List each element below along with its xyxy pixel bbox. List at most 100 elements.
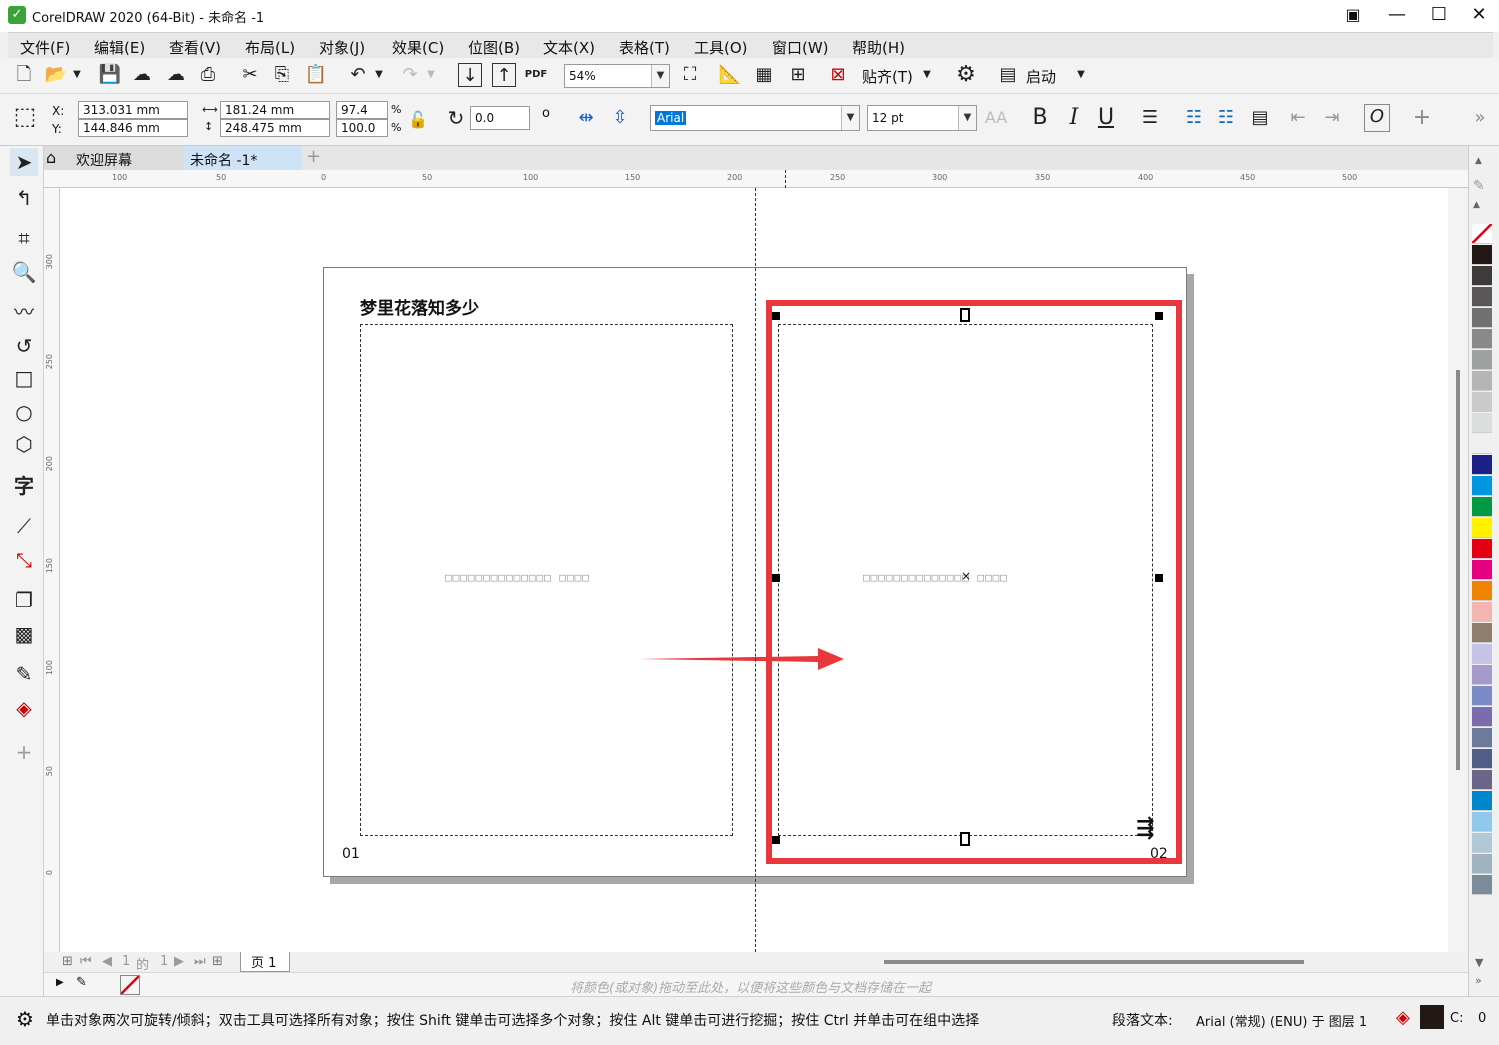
page-tab[interactable]: 页 1 [240,952,290,972]
connector-tool-icon[interactable]: ⤡ [10,546,38,574]
color-swatch[interactable] [1472,476,1492,496]
color-swatch[interactable] [1472,728,1492,748]
menu-layout[interactable]: 布局(L) [245,37,295,58]
width-field[interactable]: 181.24 mm [220,101,330,119]
scale-x-field[interactable]: 97.4 [336,101,388,119]
options-gear-icon[interactable]: ⚙ [954,63,978,87]
cloud-download-icon[interactable]: ☁ [130,63,154,87]
color-swatch[interactable] [1472,308,1492,328]
font-family-field[interactable]: Arial ▼ [650,105,860,131]
drop-shadow-icon[interactable]: ❐ [10,586,38,614]
underline-button[interactable]: U [1094,106,1118,130]
color-swatch[interactable] [1472,686,1492,706]
vertical-scroll-thumb[interactable] [1456,370,1460,770]
open-dropdown-icon[interactable]: ▼ [70,63,84,87]
undo-dropdown-icon[interactable]: ▼ [372,63,386,87]
add-page-before-icon[interactable]: ⊞ [62,954,73,969]
prev-page-icon[interactable]: ◀ [102,954,112,969]
artistic-media-icon[interactable]: ↺ [10,332,38,360]
fill-color-swatch[interactable] [1420,1005,1444,1029]
font-scale-icon[interactable]: AA [984,106,1008,130]
show-guidelines-icon[interactable]: ⊞ [786,63,810,87]
tab-welcome-screen[interactable]: ⌂ 欢迎屏幕 [44,146,184,170]
last-page-icon[interactable]: ⏭ [194,954,206,969]
menu-help[interactable]: 帮助(H) [852,37,905,58]
color-swatch[interactable] [1472,266,1492,286]
full-screen-icon[interactable]: ⛶ [678,63,702,87]
color-swatch[interactable] [1472,350,1492,370]
palette-scroll-up-icon[interactable]: ▲ [1473,200,1480,210]
color-swatch[interactable] [1472,812,1492,832]
font-size-dropdown-icon[interactable]: ▼ [958,106,976,130]
color-swatch[interactable] [1472,392,1492,412]
scale-y-field[interactable]: 100.0 [336,119,388,137]
x-position-field[interactable]: 313.031 mm [78,101,188,119]
save-icon[interactable]: 💾 [98,63,122,87]
color-swatch[interactable] [1472,497,1492,517]
transparency-tool-icon[interactable]: ▩ [10,620,38,648]
palette-eyedropper-icon[interactable]: ✎ [1473,178,1485,194]
menu-bitmaps[interactable]: 位图(B) [468,37,520,58]
mirror-horizontal-icon[interactable]: ⇹ [574,106,598,130]
palette-scroll-down-icon[interactable]: ▼ [1475,956,1483,969]
snap-dropdown-icon[interactable]: ▼ [920,63,934,87]
cloud-upload-icon[interactable]: ☁ [164,63,188,87]
color-swatch[interactable] [1472,539,1492,559]
zoom-dropdown-icon[interactable]: ▼ [651,65,669,87]
undo-icon[interactable]: ↶ [346,63,370,87]
color-swatch[interactable] [1472,854,1492,874]
color-swatch[interactable] [1472,770,1492,790]
menu-text[interactable]: 文本(X) [543,37,595,58]
color-swatch[interactable] [1472,287,1492,307]
zoom-tool-icon[interactable]: 🔍 [10,258,38,286]
polygon-tool-icon[interactable]: ⬡ [10,430,38,458]
freehand-tool-icon[interactable]: 〰 [10,298,38,326]
show-rulers-icon[interactable]: 📐 [718,63,742,87]
opentype-icon[interactable]: O [1364,104,1390,132]
drawing-canvas[interactable]: 梦里花落知多少 □□□□□□□□□□□□□□ □□□□ □□□□□□□□□□□□… [60,188,1448,952]
color-swatch[interactable] [1472,644,1492,664]
menu-table[interactable]: 表格(T) [619,37,670,58]
shape-tool-icon[interactable]: ↰ [10,184,38,212]
menu-edit[interactable]: 编辑(E) [94,37,145,58]
lock-ratio-icon[interactable]: 🔓 [406,108,430,132]
pick-tool-icon[interactable]: ➤ [10,148,38,176]
color-swatch[interactable] [1472,602,1492,622]
palette-up-icon[interactable]: ▲ [1475,156,1482,166]
drop-cap-icon[interactable]: ▤ [1248,106,1272,130]
minimize-button[interactable]: — [1380,4,1414,28]
launch-dropdown-icon[interactable]: ▼ [1074,63,1088,87]
interactive-fill-icon[interactable]: ◈ [10,694,38,722]
vertical-guideline[interactable] [755,188,756,952]
palette-expand-icon[interactable]: ▶ [56,977,64,988]
menu-effects[interactable]: 效果(C) [392,37,444,58]
snap-to-menu[interactable]: 贴齐(T) [862,66,913,87]
color-swatch[interactable] [1472,749,1492,769]
import-icon[interactable]: ↓ [458,63,482,87]
text-align-icon[interactable]: ☰ [1138,106,1162,130]
cut-icon[interactable]: ✂ [238,63,262,87]
palette-expand-icon[interactable]: » [1475,974,1482,987]
numbered-list-icon[interactable]: ☷ [1214,106,1238,130]
rotation-field[interactable]: 0.0 [470,106,530,130]
first-page-icon[interactable]: ⏮ [80,954,92,969]
tab-document[interactable]: 未命名 -1* [184,146,302,170]
vertical-ruler[interactable]: 300 250 200 150 100 50 0 [44,188,60,952]
zoom-level-field[interactable]: 54% ▼ [564,64,670,88]
fill-indicator-icon[interactable]: ◈ [1396,1007,1410,1028]
maximize-button[interactable]: ☐ [1422,4,1456,28]
vertical-scrollbar[interactable] [1448,188,1468,952]
menu-view[interactable]: 查看(V) [169,37,221,58]
color-swatch[interactable] [1472,245,1492,265]
account-icon[interactable]: ▣ [1336,4,1370,28]
eyedropper-icon[interactable]: ✎ [76,975,87,990]
color-swatch[interactable] [1472,413,1492,433]
add-page-after-icon[interactable]: ⊞ [212,954,223,969]
pdf-icon[interactable]: PDF [524,63,548,87]
italic-button[interactable]: I [1062,106,1086,130]
color-swatch[interactable] [1472,434,1492,454]
color-swatch[interactable] [1472,875,1492,895]
rectangle-tool-icon[interactable]: □ [10,364,38,392]
export-icon[interactable]: ↑ [492,63,516,87]
color-swatch[interactable] [1472,707,1492,727]
